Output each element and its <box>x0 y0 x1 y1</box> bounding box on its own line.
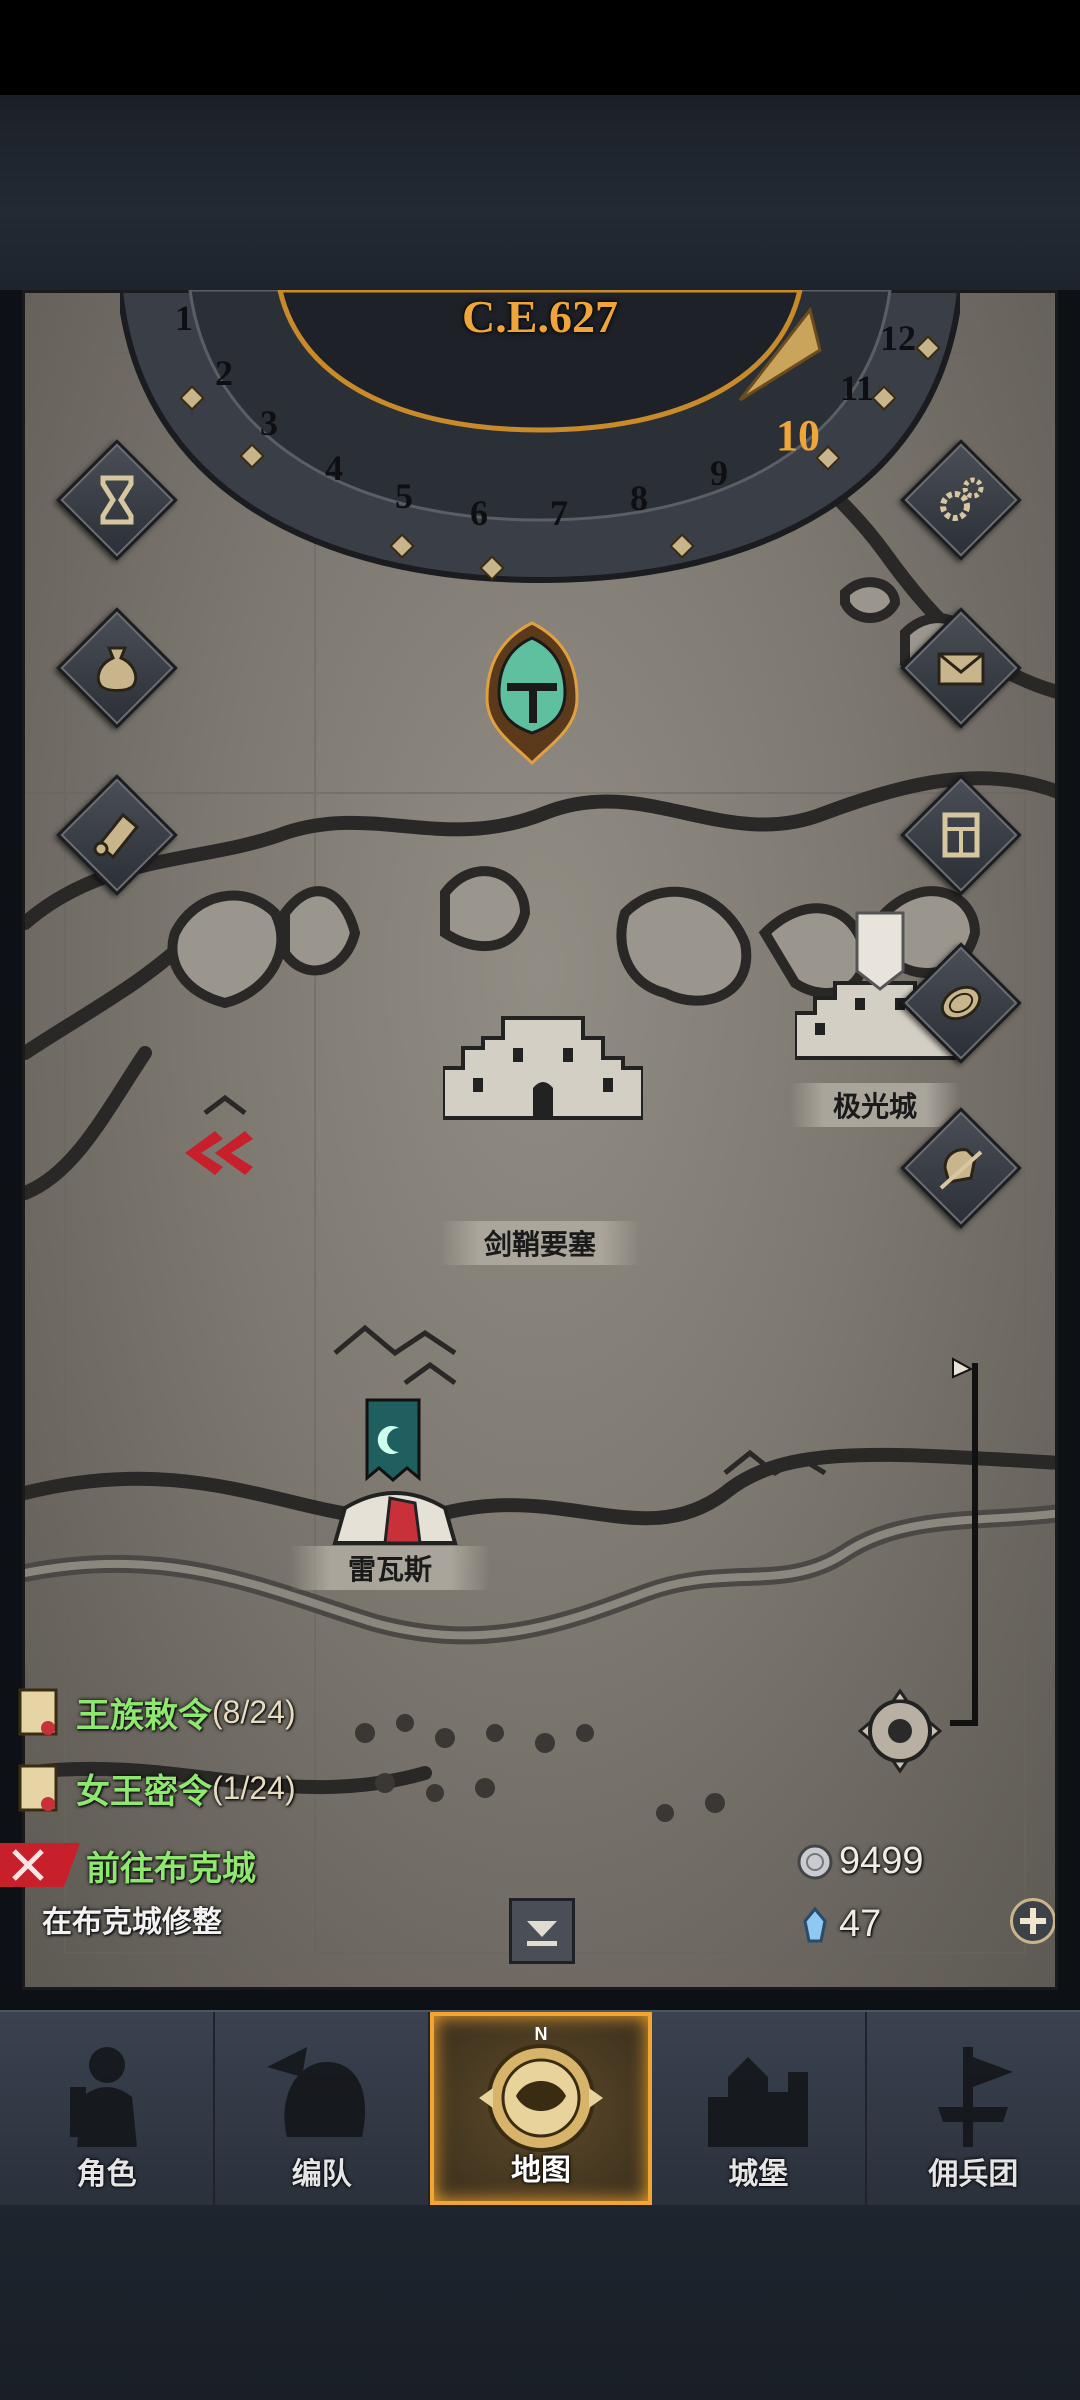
settings-button[interactable] <box>900 439 1022 561</box>
scroll-icon <box>93 812 140 860</box>
nav-label: 地图 <box>511 2154 571 2187</box>
battle-button[interactable] <box>900 1107 1022 1229</box>
add-resource-button[interactable] <box>1010 1898 1055 1944</box>
target-compass-icon <box>857 1688 943 1774</box>
tab-formation[interactable]: 编队 <box>215 2012 431 2205</box>
dial-number: 7 <box>550 493 568 533</box>
camp-marker[interactable] <box>325 1478 465 1548</box>
tent-icon <box>332 1491 458 1545</box>
dial-number: 8 <box>630 478 648 518</box>
dial-number: 1 <box>175 298 193 338</box>
recenter-button[interactable] <box>835 1676 965 1786</box>
crystal-resource: 47 <box>795 1903 881 1946</box>
coin-icon <box>940 985 982 1021</box>
dial-number: 3 <box>260 403 278 443</box>
task-title: 前往布克城 <box>86 1849 256 1888</box>
crescent-banner-icon <box>365 1398 421 1482</box>
crystal-amount: 47 <box>839 1903 882 1945</box>
crossed-swords-icon <box>12 1849 44 1881</box>
hourglass-icon <box>100 475 134 525</box>
quest-progress: (1/24) <box>212 1769 296 1806</box>
crystal-icon <box>803 1906 827 1942</box>
city-label[interactable]: 雷瓦斯 <box>290 1546 490 1590</box>
tab-castle[interactable]: 城堡 <box>652 2012 867 2205</box>
silver-coin-icon <box>797 1844 833 1879</box>
plus-icon <box>1020 1908 1046 1934</box>
mail-button[interactable] <box>900 607 1022 729</box>
hourglass-button[interactable] <box>56 439 178 561</box>
treasure-bag-button[interactable] <box>56 607 178 729</box>
fortress-marker[interactable] <box>441 948 645 1128</box>
gear-icon <box>940 477 984 521</box>
dial-number: 5 <box>395 476 413 516</box>
status-bar <box>0 0 1080 95</box>
silver-resource: 9499 <box>795 1840 924 1883</box>
quest-row[interactable]: 王族敕令 (8/24) <box>10 1682 296 1742</box>
quest-title: 女王密令 <box>76 1772 212 1811</box>
dial-number: 4 <box>325 448 343 488</box>
tab-map[interactable]: N 地图 <box>430 2012 652 2205</box>
header-band <box>0 95 1080 290</box>
knight-icon <box>69 2047 137 2147</box>
dial-number: 9 <box>710 453 728 493</box>
dial-number: 11 <box>840 368 874 408</box>
era-label: C.E.627 <box>462 291 618 342</box>
quest-title: 王族敕令 <box>76 1696 212 1735</box>
faction-banner <box>365 1398 421 1488</box>
tab-character[interactable]: 角色 <box>0 2012 216 2205</box>
castle-icon <box>708 2057 809 2147</box>
quest-row[interactable]: 女王密令 (1/24) <box>10 1758 296 1818</box>
bottom-band <box>0 2205 1080 2400</box>
nav-label: 城堡 <box>728 2158 789 2191</box>
building-icon <box>942 812 980 858</box>
crossed-swords-badge <box>0 1843 80 1887</box>
nav-label: 编队 <box>291 2158 352 2191</box>
dial-number: 6 <box>470 493 488 533</box>
helmet-sword-icon <box>939 1148 983 1190</box>
bottom-nav: 角色 编队 N 地图 城堡 佣兵团 <box>0 2010 1080 2205</box>
empty-banner <box>855 911 905 991</box>
knight-helmet-icon <box>485 621 579 766</box>
helmet-axe-icon <box>266 2047 365 2137</box>
dial-current-month: 10 <box>776 411 820 460</box>
dial-number: 12 <box>880 318 916 358</box>
dial-number: 2 <box>215 353 233 393</box>
flag-sword-icon <box>938 2047 1014 2147</box>
scroll-icon <box>18 1764 58 1812</box>
nav-label: 角色 <box>76 2158 137 2191</box>
silver-amount: 9499 <box>839 1840 924 1882</box>
quest-progress: (8/24) <box>212 1693 296 1730</box>
current-task[interactable]: 前往布克城 <box>0 1837 256 1893</box>
building-button[interactable] <box>900 774 1022 896</box>
coin-button[interactable] <box>900 942 1022 1064</box>
scroll-icon <box>18 1688 58 1736</box>
tab-mercenaries[interactable]: 佣兵团 <box>867 2012 1080 2205</box>
fortress-icon <box>441 1016 645 1120</box>
city-label[interactable]: 剑鞘要塞 <box>440 1221 640 1265</box>
player-location-pin[interactable] <box>477 618 587 768</box>
scroll-button[interactable] <box>56 774 178 896</box>
nav-label: 佣兵团 <box>928 2158 1019 2191</box>
collapse-down-icon <box>527 1921 557 1946</box>
task-subtitle: 在布克城修整 <box>42 1906 222 1939</box>
coin-bag-icon <box>96 646 138 692</box>
collapse-button[interactable] <box>509 1898 575 1964</box>
mail-icon <box>937 652 985 686</box>
